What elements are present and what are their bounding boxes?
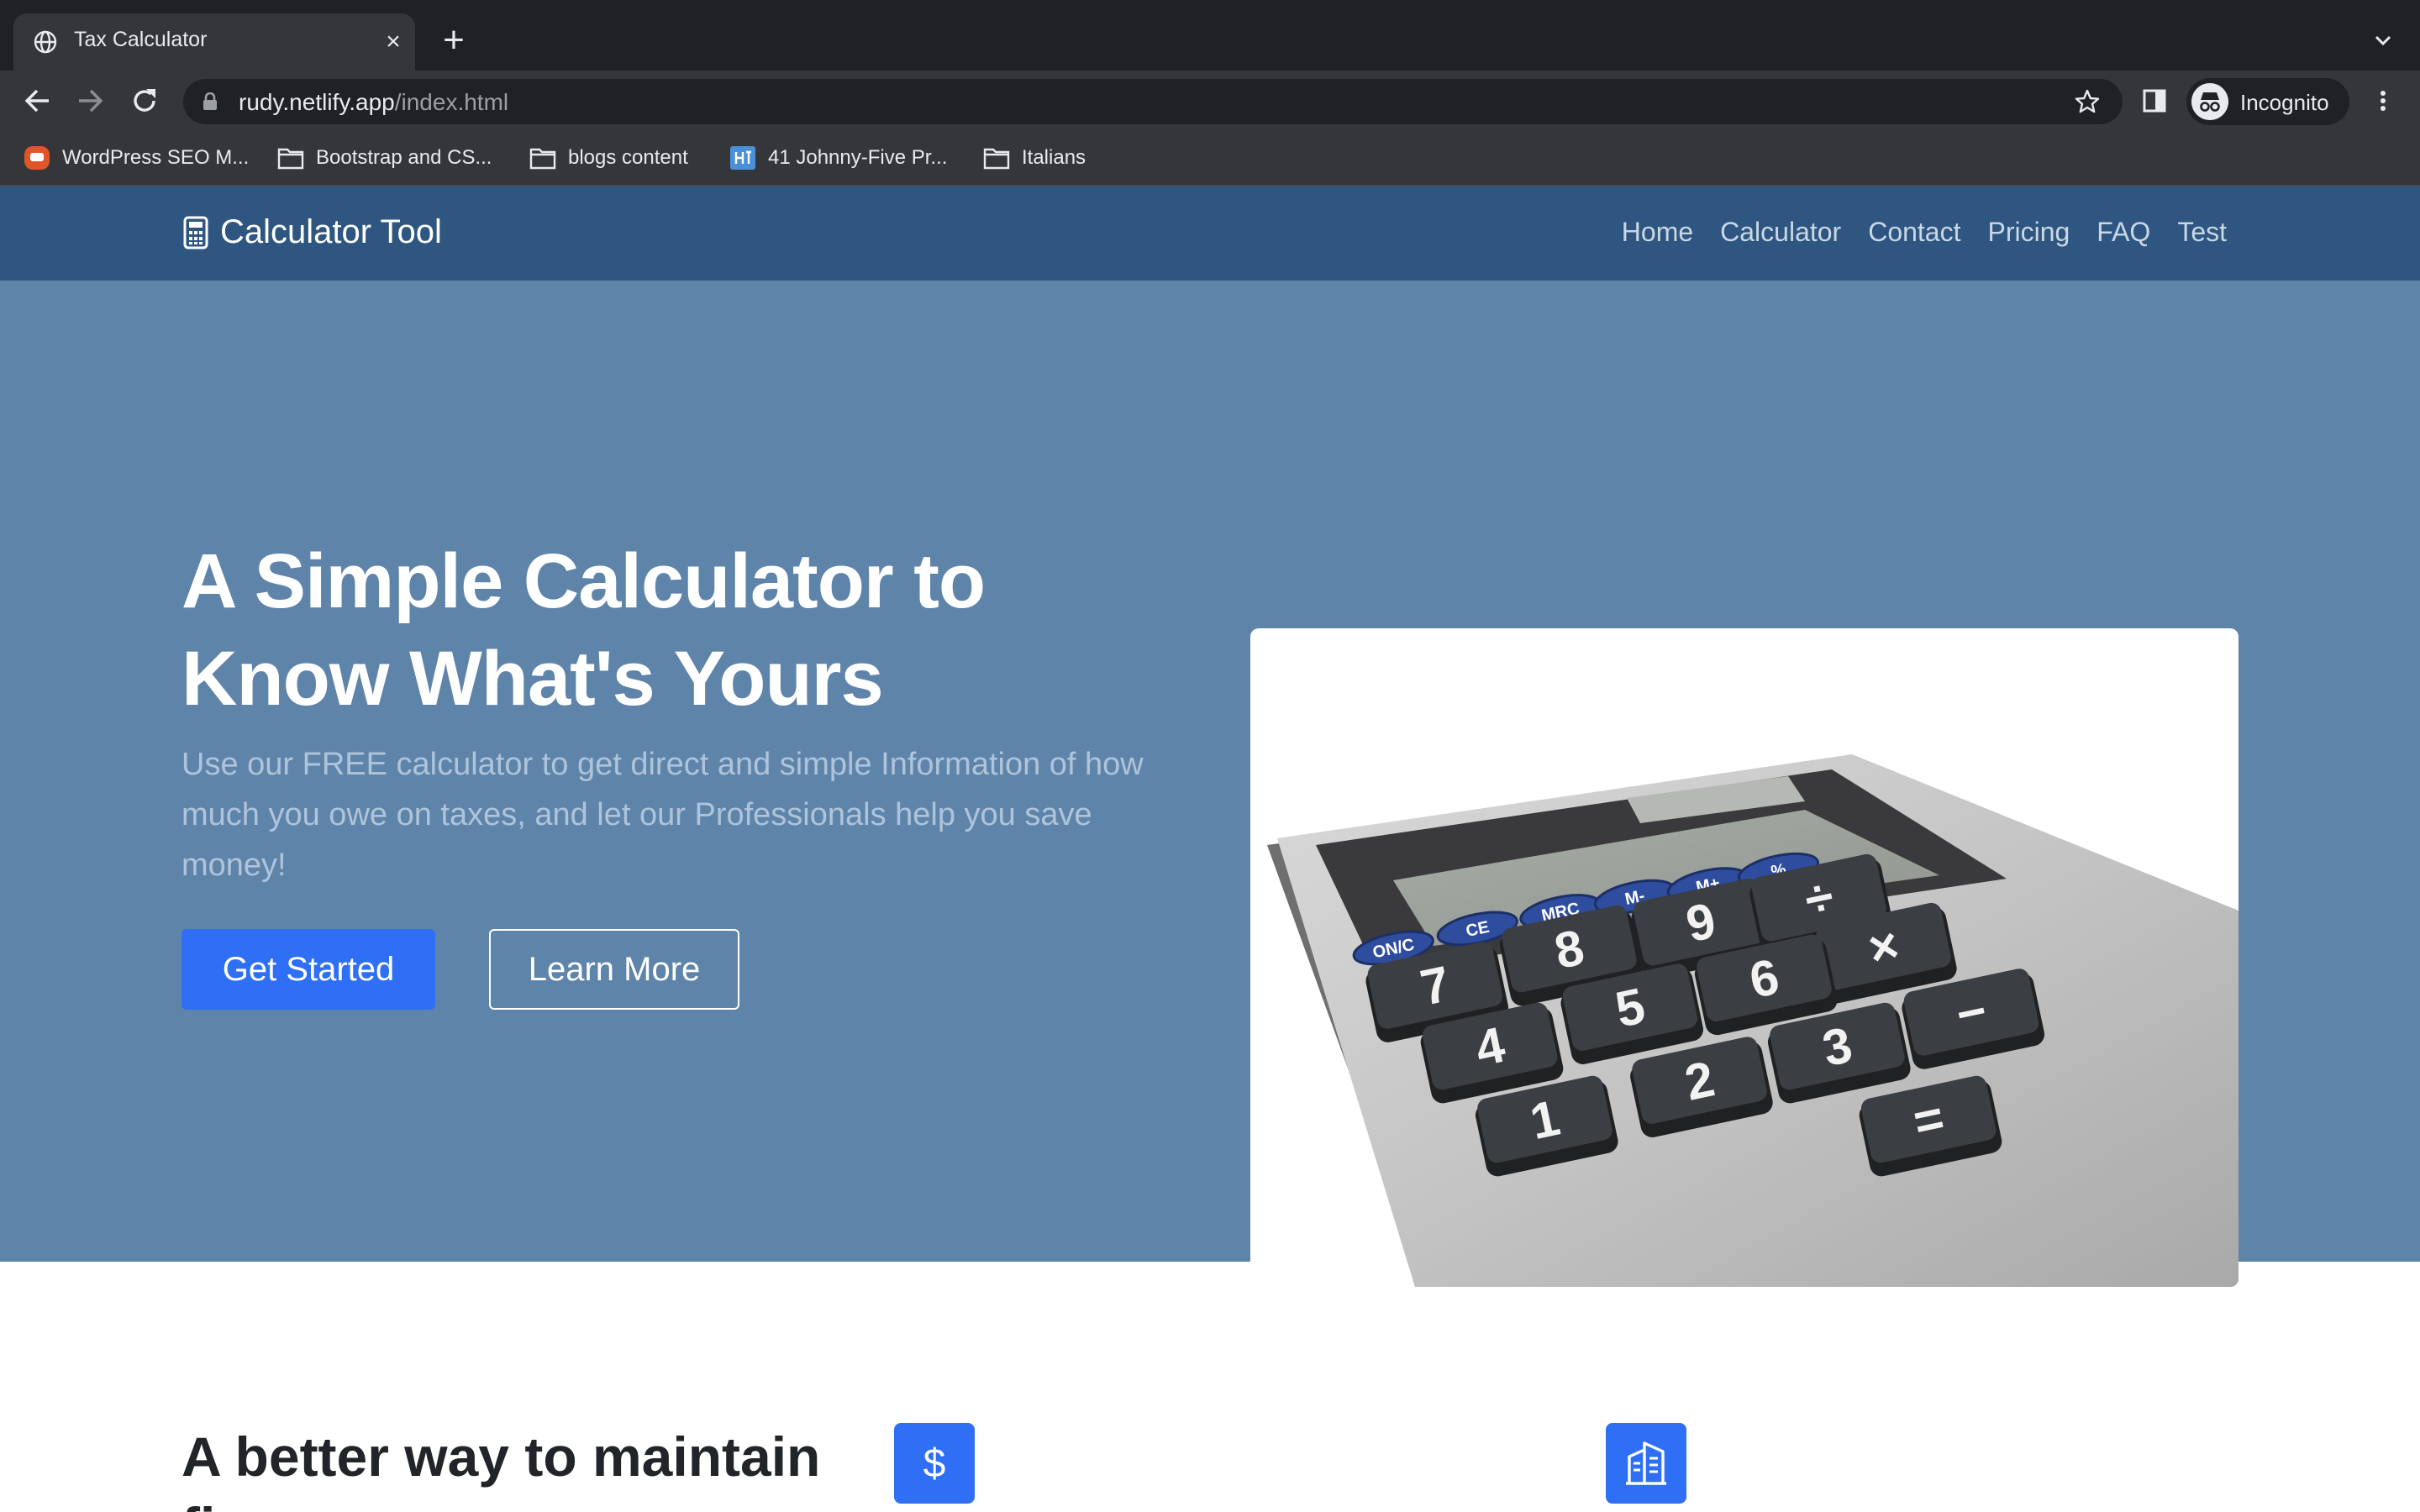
nav-home[interactable]: Home xyxy=(1622,217,1693,248)
browser-tab[interactable]: Tax Calculator × xyxy=(13,13,415,71)
folder-icon xyxy=(277,148,304,170)
calculator-photo: ON/C CE MRC M- M+% 7 8 9 ÷ × 4 5 6−1 2 3 = xyxy=(1250,628,2238,1287)
hero-subtitle: Use our FREE calculator to get direct an… xyxy=(182,747,1144,883)
nav-faq[interactable]: FAQ xyxy=(2096,217,2150,248)
site-favicon-icon xyxy=(730,146,755,170)
nav-contact[interactable]: Contact xyxy=(1868,217,1960,248)
site-navbar: Calculator Tool Home Calculator Contact … xyxy=(0,186,2420,281)
reload-icon[interactable] xyxy=(128,84,161,118)
bookmark-blogs-content[interactable]: blogs content xyxy=(529,143,688,173)
bookmarks-bar: WordPress SEO M... Bootstrap and CS... b… xyxy=(0,131,2420,186)
learn-more-button[interactable]: Learn More xyxy=(489,929,739,1010)
hero-section: A Simple Calculator to Know What's Yours… xyxy=(0,281,2420,1287)
folder-icon xyxy=(529,148,556,170)
nav-test[interactable]: Test xyxy=(2177,217,2227,248)
lock-icon[interactable] xyxy=(202,92,218,111)
chevron-down-icon[interactable] xyxy=(2370,27,2396,54)
back-icon[interactable] xyxy=(20,84,54,118)
bookmark-italians[interactable]: Italians xyxy=(983,143,1086,173)
close-tab-icon[interactable]: × xyxy=(380,29,407,55)
bookmark-wordpress-seo[interactable]: WordPress SEO M... xyxy=(24,143,249,173)
browser-toolbar: rudy.netlify.app/index.html Incognito xyxy=(0,71,2420,131)
folder-icon xyxy=(983,148,1010,170)
building-icon xyxy=(1606,1423,1686,1504)
incognito-label: Incognito xyxy=(2240,90,2329,115)
new-tab-icon[interactable]: + xyxy=(437,22,471,59)
nav-calculator[interactable]: Calculator xyxy=(1720,217,1841,248)
globe-icon xyxy=(34,30,57,54)
web-page: Calculator Tool Home Calculator Contact … xyxy=(0,186,2420,1512)
wordpress-seo-icon xyxy=(24,146,50,170)
bookmark-bootstrap[interactable]: Bootstrap and CS... xyxy=(277,143,492,173)
url-text: rudy.netlify.app/index.html xyxy=(239,89,509,115)
hero-title: A Simple Calculator to Know What's Yours xyxy=(182,538,986,722)
nav-links: Home Calculator Contact Pricing FAQ Test xyxy=(1622,217,2227,248)
bookmark-johnny-five[interactable]: 41 Johnny-Five Pr... xyxy=(729,143,947,173)
tab-title: Tax Calculator xyxy=(74,28,208,51)
star-icon[interactable] xyxy=(2074,88,2101,115)
side-panel-icon[interactable] xyxy=(2141,87,2168,114)
brand-name: Calculator Tool xyxy=(220,213,442,250)
features-title: A better way to maintain finances xyxy=(182,1425,821,1512)
address-bar[interactable]: rudy.netlify.app/index.html xyxy=(183,79,2123,124)
incognito-badge[interactable]: Incognito xyxy=(2186,78,2349,125)
dollar-icon: $ xyxy=(894,1423,975,1504)
calculator-icon xyxy=(183,216,208,249)
forward-icon[interactable] xyxy=(74,84,108,118)
more-menu-icon[interactable] xyxy=(2370,87,2396,114)
incognito-icon xyxy=(2191,83,2228,120)
browser-tabstrip: Tax Calculator × + xyxy=(0,0,2420,71)
svg-text:$: $ xyxy=(923,1441,946,1486)
nav-pricing[interactable]: Pricing xyxy=(1987,217,2070,248)
calculator-illustration: ON/CCEMRCM-M+%78 9 ÷×45 6−123= xyxy=(1267,754,2238,1287)
get-started-button[interactable]: Get Started xyxy=(182,929,435,1010)
brand-link[interactable]: Calculator Tool xyxy=(183,213,442,251)
